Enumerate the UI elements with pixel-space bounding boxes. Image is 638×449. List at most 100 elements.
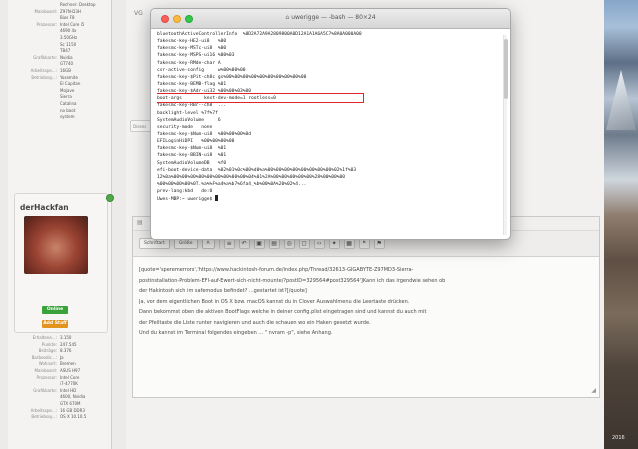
user-info-key: [8, 61, 60, 68]
user-info-value: TB47: [60, 48, 71, 54]
editor-tab-icon[interactable]: ▤: [137, 219, 143, 226]
terminal-line: fakesmc-key-RMde-char A: [157, 60, 496, 67]
user-info-key: Betriebssy...:: [31, 74, 57, 80]
editor-text-area[interactable]: [quote='speremerrors','https://www.hacki…: [139, 265, 591, 339]
user-info-key: Prozessor:: [36, 374, 57, 380]
terminal-title-text: uwerigge — -bash — 80×24: [291, 14, 376, 21]
user-info-value: Rechner: Desktop: [60, 2, 96, 7]
terminal-line-text: 12%0a%00%00%00%00%00%00%00%00%00%04%01%2…: [157, 174, 346, 180]
terminal-line-text: fakesmc-key-RBr--ch8 ...: [157, 103, 227, 109]
terminal-line: csr-active-config w%00%00%00: [157, 67, 496, 74]
user-info-value: OS X 10.10.5: [60, 414, 87, 420]
terminal-line: fakesmc-key-$Num-ui8 %00%00%00%0d: [157, 131, 496, 138]
user-info-row: i7-4770K: [8, 381, 112, 388]
user-info-row: Beiträge: 8.376: [8, 348, 112, 355]
user-info-row: Arbeitsspe...: 16 GB DDR3: [8, 408, 112, 415]
terminal-line: fakesmc-key-$Num-ui8 %01: [157, 145, 496, 152]
user-info-value: Z97N-D3H: [60, 8, 81, 14]
user-info-row: Sc 1150: [8, 42, 112, 49]
editor-text-line: Ja, vor dem eigentlichen Boot in OS X bz…: [139, 298, 410, 305]
user-info-key: Wohnort:: [38, 361, 57, 367]
user-info-value: 3.150: [60, 335, 72, 340]
terminal-line: bluetoothActiveControllerInfo %8D2A72A9A…: [157, 31, 496, 38]
home-folder-icon: ⌂: [285, 14, 290, 21]
terminal-line: EFILoginHiDPI %00%00%00%00: [157, 138, 496, 145]
username[interactable]: derHackfan: [20, 203, 100, 212]
user-info-value: system: [60, 114, 75, 120]
editor-text-line: Und du kannst im Terminal folgendes eing…: [139, 330, 333, 336]
user-info-value: Intel HD: [60, 387, 77, 393]
user-info-key: [8, 394, 60, 401]
terminal-line-text: EFILoginHiDPI %00%00%00%00: [157, 139, 235, 145]
user-info-value: 4600, Nvidia: [60, 394, 86, 400]
terminal-line-text: %00%00%00%00%0T.%a%%F%a4%a%b7%6fa4_%b%00…: [157, 181, 307, 187]
user-info-key: [8, 381, 60, 388]
rank-badge: Add Staff: [42, 320, 68, 328]
user-info-top: Rechner: Desktop Mainboard: Z97N-D3H Bios F…: [8, 2, 112, 121]
terminal-line: SystemAudioVolumeDB %f0: [157, 160, 496, 167]
user-info-key: Mainboard:: [34, 367, 57, 373]
resize-grip-icon[interactable]: ◢: [591, 387, 596, 394]
user-info-value: Catalina: [60, 100, 77, 106]
online-badge: Online: [42, 306, 68, 314]
user-info-key: Punkte:: [41, 341, 57, 347]
terminal-line: efi-boot-device-data %02%01%0c%00%d0%a%0…: [157, 167, 496, 174]
highlight-box: [157, 93, 364, 104]
terminal-line: prev-lang:kbd de:0: [157, 188, 496, 195]
user-info-value: Intel Core i5: [60, 21, 85, 27]
user-info-value: ASUS H97: [60, 367, 81, 373]
user-info-value: Nvidia: [60, 54, 73, 60]
user-info-value: 4690 4x: [60, 28, 77, 34]
terminal-line-text: fakesmc-key-$Pit-ch8c gs%00%00%00%00%00%…: [157, 74, 307, 80]
terminal-line: SystemAudioVolume 6: [157, 117, 496, 124]
terminal-line-text: fakesmc-key-$Num-ui8 %01: [157, 146, 227, 152]
user-info-value: 8.376: [60, 348, 72, 354]
terminal-line-text: fakesmc-key-RMde-char A: [157, 60, 221, 66]
user-info-key: [8, 94, 60, 101]
user-info-row: Erhaltene...: 3.150: [8, 335, 112, 342]
terminal-scrollbar[interactable]: [503, 35, 508, 235]
user-info-key: Beiträge:: [38, 348, 57, 354]
user-info-value: 16GB: [60, 67, 71, 73]
user-info-key: Grafikkarte:: [33, 54, 57, 60]
terminal-line-text: backlight-level %7f%7f: [157, 110, 218, 116]
user-info-key: Erhaltene...:: [32, 335, 57, 340]
terminal-titlebar[interactable]: ⌂ uwerigge — -bash — 80×24: [151, 9, 510, 29]
user-info-value: Ja: [60, 354, 64, 360]
text-cursor: [215, 195, 219, 202]
user-info-row: Betriebssy...: OS X 10.10.5: [8, 414, 112, 421]
desktop-wallpaper: 2016: [604, 0, 638, 449]
terminal-line: backlight-level %7f%7f: [157, 110, 496, 117]
user-info-key: [8, 28, 60, 35]
user-info-key: Arbeitsspe...:: [30, 407, 57, 413]
terminal-line-text: SystemAudioVolumeDB %f0: [157, 160, 227, 166]
user-info-key: [8, 35, 60, 42]
user-info-row: Mojave: [8, 88, 112, 95]
user-info-row: 3.50GHz: [8, 35, 112, 42]
terminal-line: fakesmc-key-MSTc-ui8 %00: [157, 45, 496, 52]
user-info-value: 16 GB DDR3: [60, 407, 85, 413]
terminal-line-text: bluetoothActiveControllerInfo %8D2A72A9A…: [157, 32, 362, 37]
avatar[interactable]: [24, 216, 88, 274]
user-info-key: [8, 88, 60, 95]
terminal-line: boot-args kext-dev-mode=1 rootless=0: [157, 93, 496, 104]
user-info-value: 247.545: [60, 341, 77, 347]
user-info-key: Prozessor:: [36, 21, 57, 27]
user-info-row: Prozessor: Intel Core: [8, 375, 112, 382]
terminal-line-text: Uwes-MBP:~ uwerigge$: [157, 197, 216, 203]
terminal-window[interactable]: ⌂ uwerigge — -bash — 80×24 bluetoothActiv…: [150, 8, 511, 240]
user-info-row: Grafikkarte: Intel HD: [8, 388, 112, 395]
user-info-bottom: Erhaltene...: 3.150 Punkte: 247.545 Beiträge…: [8, 335, 112, 421]
user-info-value: i7-4770K: [60, 381, 78, 387]
terminal-output[interactable]: bluetoothActiveControllerInfo %8D2A72A9A…: [157, 31, 496, 235]
scrollbar-thumb[interactable]: [504, 39, 508, 99]
user-info-key: [8, 2, 60, 9]
mountain-peak: [606, 70, 636, 130]
terminal-line: fakesmc-key-RBr--ch8 ...: [157, 102, 496, 109]
editor-text-line: der Hakintosh sich im safemodus befindet…: [139, 288, 307, 294]
terminal-line-text: security-mode none: [157, 124, 213, 130]
user-info-key: [8, 15, 60, 22]
user-info-value: GTX 670M: [60, 400, 81, 406]
post-editor[interactable]: ▤ Schriftart Größe A ≡ ↶ ▣ ▤ ◎ ◻ ‹› ✦ ▦ ❝ ⚑ [quote…: [132, 216, 600, 398]
user-info-key: [8, 401, 60, 408]
